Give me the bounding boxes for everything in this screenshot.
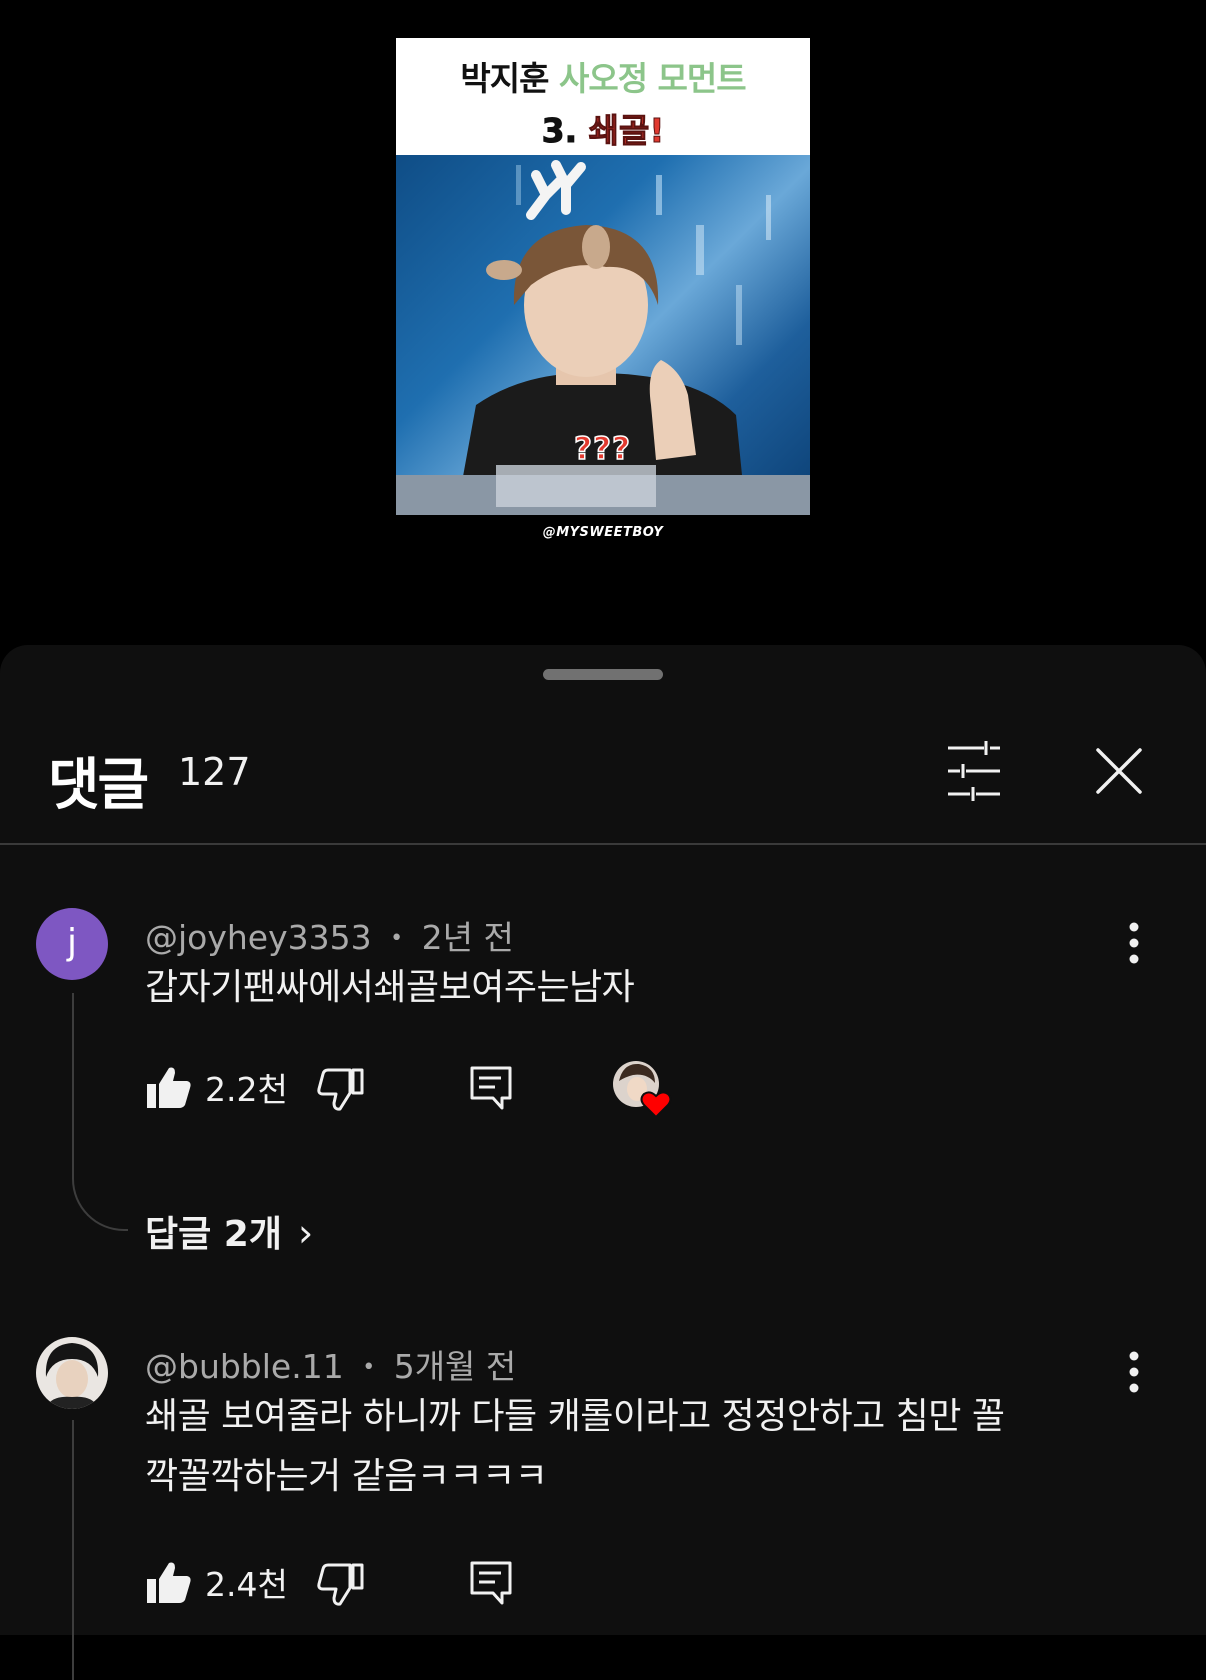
thumbnail-photo: ??? (396, 155, 810, 515)
replies-label: 답글 2개 (145, 1214, 282, 1255)
comment-text-line: 깍꼴깍하는거 같음ㅋㅋㅋㅋ (145, 1456, 548, 1497)
comment-text: 쇄골 보여줄라 하니까 다들 캐롤이라고 정정안하고 침만 꼴 깍꼴깍하는거 같… (145, 1387, 1005, 1507)
comment-meta: @bubble.11 • 5개월 전 (145, 1340, 516, 1388)
like-count: 2.2천 (205, 1070, 288, 1109)
avatar[interactable]: j (36, 908, 108, 980)
more-options-icon[interactable] (1114, 919, 1154, 967)
watermark: @MYSWEETBOY (542, 525, 664, 540)
thumbnail-title-name: 박지훈 (460, 59, 549, 98)
reply-icon[interactable] (469, 1065, 513, 1111)
like-count: 2.4천 (205, 1565, 288, 1604)
comment-author[interactable]: @bubble.11 (145, 1347, 344, 1386)
video-player[interactable]: 박지훈 사오정 모먼트 3. 쇄골! ??? @MYSWEETBOY (0, 0, 1206, 646)
thread-line (72, 1420, 74, 1680)
comment-meta: @joyhey3353 • 2년 전 (145, 911, 514, 959)
comment-text: 갑자기팬싸에서쇄골보여주는남자 (145, 967, 635, 1008)
avatar[interactable] (36, 1337, 108, 1409)
thumbnail-subtitle-text: 쇄골! (588, 111, 665, 151)
video-thumbnail[interactable]: 박지훈 사오정 모먼트 3. 쇄골! ??? (396, 38, 810, 515)
thread-line (72, 993, 128, 1231)
thumbnail-title: 박지훈 사오정 모먼트 (396, 52, 810, 100)
thumbnail-subtitle-number: 3. (541, 111, 578, 151)
comment-time: 2년 전 (421, 918, 514, 957)
dislike-icon[interactable] (316, 1562, 364, 1608)
thumbnail-caption: ??? (573, 430, 631, 468)
like-icon[interactable] (145, 1064, 193, 1110)
avatar-photo (36, 1337, 108, 1409)
thumbnail-title-banner: 박지훈 사오정 모먼트 3. 쇄골! (396, 38, 810, 155)
comments-sheet: 댓글 127 j @joyhey3353 • 2년 전 갑자기팬싸에서쇄골보여주… (0, 645, 1206, 1680)
comment-author[interactable]: @joyhey3353 (145, 918, 372, 957)
chevron-right-icon: › (297, 1211, 314, 1255)
thumbnail-title-moment: 사오정 모먼트 (558, 59, 747, 98)
reply-icon[interactable] (469, 1560, 513, 1606)
creator-heart-icon (611, 1059, 673, 1121)
view-replies-button[interactable]: 답글 2개 › (145, 1205, 313, 1257)
sliders-icon[interactable] (946, 740, 1010, 802)
drag-handle[interactable] (543, 669, 663, 680)
more-options-icon[interactable] (1114, 1348, 1154, 1396)
avatar-letter: j (66, 922, 77, 963)
close-icon[interactable] (1094, 746, 1144, 796)
header-divider (0, 843, 1206, 845)
comments-title: 댓글 (48, 753, 149, 818)
meta-separator: • (362, 1355, 376, 1380)
meta-separator: • (390, 926, 404, 951)
comment-time: 5개월 전 (393, 1347, 517, 1386)
like-icon[interactable] (145, 1559, 193, 1605)
dislike-icon[interactable] (316, 1067, 364, 1113)
comments-count: 127 (178, 750, 251, 794)
thumbnail-subtitle: 3. 쇄골! (396, 104, 810, 152)
comment-text-line: 쇄골 보여줄라 하니까 다들 캐롤이라고 정정안하고 침만 꼴 (145, 1396, 1005, 1437)
